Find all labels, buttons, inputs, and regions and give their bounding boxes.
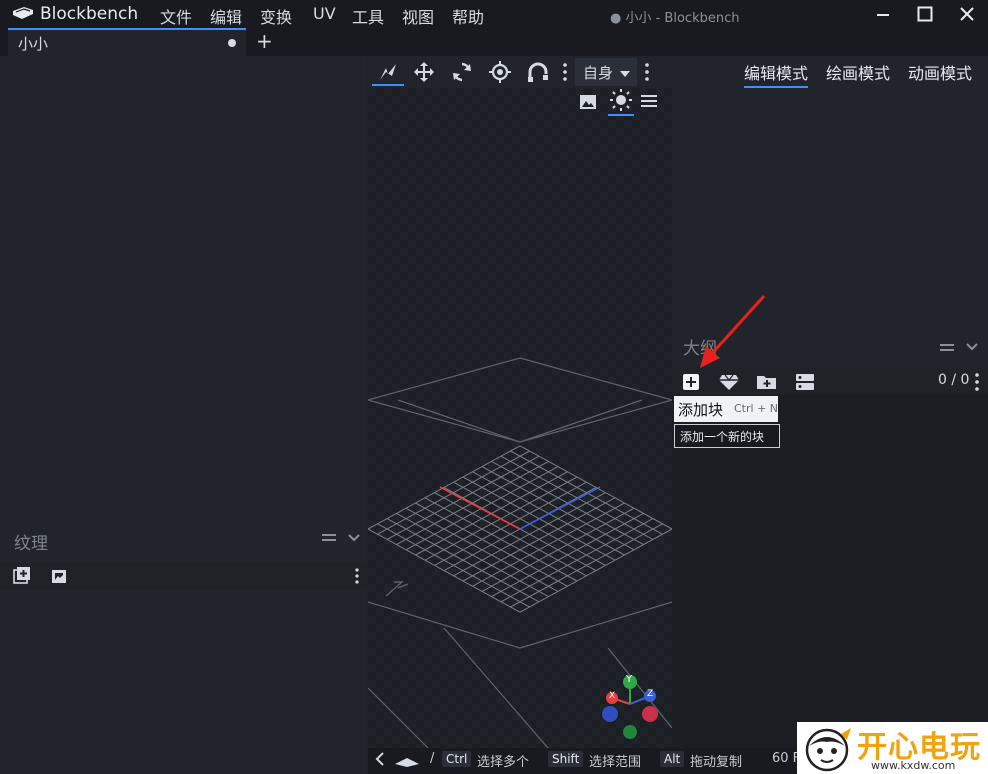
status-slash: / bbox=[430, 751, 435, 766]
menu-edit[interactable]: 编辑 bbox=[210, 4, 242, 28]
tooltip-header: 添加块 Ctrl + N bbox=[674, 396, 778, 422]
menu-transform[interactable]: 变换 bbox=[260, 4, 292, 28]
maximize-icon[interactable] bbox=[914, 3, 936, 25]
chevron-down-icon[interactable] bbox=[964, 339, 980, 359]
annotation-arrow-icon bbox=[700, 294, 766, 368]
create-texture-icon[interactable] bbox=[50, 567, 70, 591]
left-upper-area bbox=[0, 56, 367, 522]
transform-space-select[interactable]: 自身 bbox=[575, 58, 637, 86]
textures-toolbar bbox=[0, 562, 367, 590]
gizmo-x-label: X bbox=[609, 691, 616, 701]
tooltip-description-box: 添加一个新的块 bbox=[674, 424, 780, 448]
pivot-icon[interactable] bbox=[488, 60, 512, 88]
blockbench-logo-icon[interactable] bbox=[12, 5, 34, 21]
gizmo-z-label: Z bbox=[647, 689, 654, 699]
tooltip-title: 添加块 bbox=[678, 401, 724, 419]
panel-menu-icon[interactable] bbox=[320, 528, 338, 550]
background-icon[interactable] bbox=[578, 92, 598, 116]
left-panel: 纹理 bbox=[0, 56, 367, 774]
tab-paint-mode[interactable]: 绘画模式 bbox=[826, 60, 890, 84]
menu-tools[interactable]: 工具 bbox=[352, 4, 384, 28]
transform-space-label: 自身 bbox=[583, 64, 614, 82]
watermark-url: www.kxdw.com bbox=[871, 759, 956, 772]
window-title: ● 小小 - Blockbench bbox=[610, 11, 740, 26]
unsaved-dot-icon[interactable] bbox=[228, 39, 236, 47]
add-group-icon[interactable] bbox=[756, 372, 778, 396]
move-icon[interactable] bbox=[412, 60, 436, 88]
outliner-count: 0 / 0 bbox=[938, 372, 970, 388]
hint-alt: 拖动复制 bbox=[690, 755, 743, 770]
more-options-icon[interactable] bbox=[352, 567, 362, 589]
textures-title: 纹理 bbox=[14, 534, 48, 554]
add-mesh-icon[interactable] bbox=[718, 372, 740, 396]
hint-shift: 选择范围 bbox=[589, 755, 642, 770]
new-tab-button[interactable]: + bbox=[256, 29, 273, 53]
chevron-down-icon bbox=[619, 67, 631, 83]
import-texture-icon[interactable] bbox=[12, 566, 32, 590]
status-shape-icon bbox=[394, 756, 420, 772]
close-icon[interactable] bbox=[956, 3, 978, 25]
gizmo-y-label: Y bbox=[626, 674, 633, 685]
chevron-left-icon[interactable] bbox=[374, 751, 386, 771]
hint-ctrl: 选择多个 bbox=[477, 755, 530, 770]
add-cube-icon[interactable] bbox=[681, 372, 701, 396]
viewport-canvas bbox=[368, 88, 672, 748]
axis-gizmo[interactable]: Y X Z bbox=[600, 672, 664, 742]
menu-file[interactable]: 文件 bbox=[160, 4, 192, 28]
more-options-icon[interactable] bbox=[561, 62, 569, 86]
vertex-snap-icon[interactable] bbox=[526, 60, 550, 88]
key-ctrl: Ctrl bbox=[442, 751, 472, 767]
selection-icon[interactable] bbox=[372, 58, 404, 86]
key-alt: Alt bbox=[660, 751, 685, 767]
outliner-list[interactable] bbox=[672, 395, 988, 774]
more-options-icon[interactable] bbox=[973, 372, 981, 396]
chevron-down-icon[interactable] bbox=[346, 530, 362, 550]
menu-view[interactable]: 视图 bbox=[402, 4, 434, 28]
menu-uv[interactable]: UV bbox=[313, 4, 336, 23]
tooltip-description: 添加一个新的块 bbox=[680, 430, 765, 444]
menu-icon[interactable] bbox=[640, 93, 658, 113]
fps-counter: 60 F bbox=[772, 751, 801, 766]
key-shift: Shift bbox=[548, 751, 584, 767]
minimize-icon[interactable] bbox=[872, 3, 894, 25]
title-bar bbox=[0, 0, 988, 28]
panel-menu-icon[interactable] bbox=[938, 338, 956, 360]
viewport-toolbar: 自身 bbox=[368, 56, 672, 88]
outliner-toolbar: 0 / 0 bbox=[672, 367, 988, 395]
rotate-icon[interactable] bbox=[450, 60, 474, 88]
watermark-mascot-icon bbox=[805, 728, 851, 772]
tab-label: 小小 bbox=[18, 35, 49, 53]
status-bar: / Ctrl 选择多个 Shift 选择范围 Alt 拖动复制 60 F bbox=[368, 748, 801, 774]
tab-edit-mode[interactable]: 编辑模式 bbox=[744, 60, 809, 88]
tab-animate-mode[interactable]: 动画模式 bbox=[908, 60, 972, 84]
watermark-logo: 开心电玩 www.kxdw.com bbox=[797, 722, 988, 774]
viewport-3d[interactable]: Y X Z bbox=[368, 88, 672, 748]
tab-project[interactable]: 小小 bbox=[8, 28, 246, 56]
lighting-icon[interactable] bbox=[608, 88, 634, 116]
more-options-icon[interactable] bbox=[643, 62, 651, 86]
tooltip-shortcut: Ctrl + N bbox=[734, 402, 779, 415]
toggle-options-icon[interactable] bbox=[795, 372, 815, 396]
menu-help[interactable]: 帮助 bbox=[452, 4, 484, 28]
app-name: Blockbench bbox=[40, 4, 139, 24]
